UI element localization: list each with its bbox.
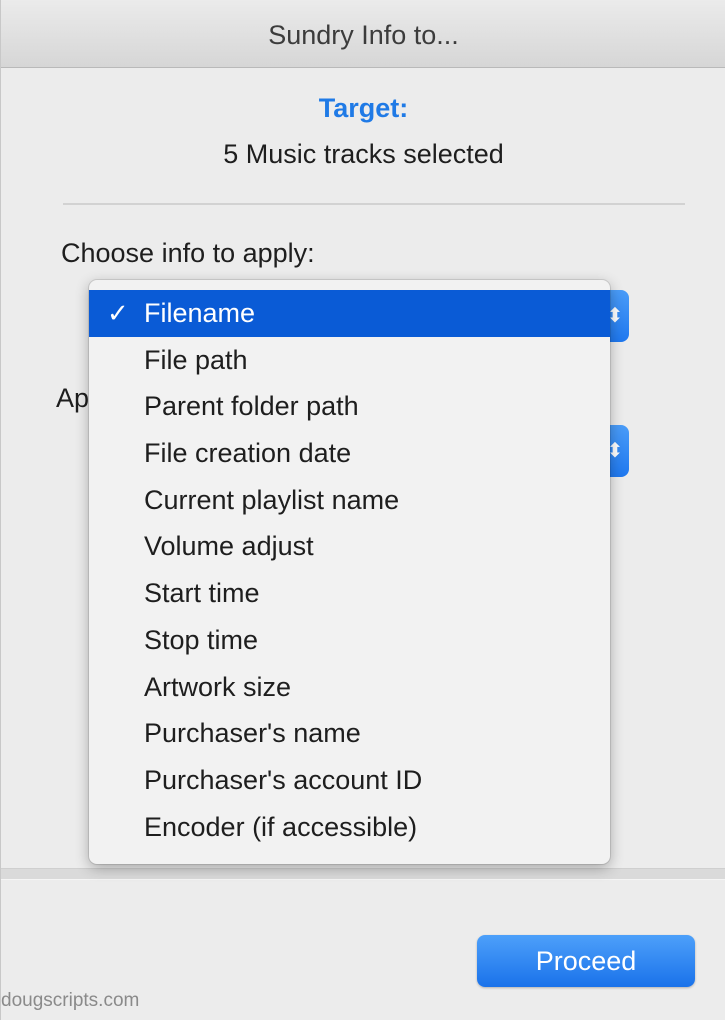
bottom-separator xyxy=(1,868,725,880)
menu-item-encoder[interactable]: Encoder (if accessible) xyxy=(89,804,610,851)
info-dropdown-menu: ✓ Filename File path Parent folder path … xyxy=(89,280,610,864)
menu-item-file-path[interactable]: File path xyxy=(89,337,610,384)
dialog-window: Sundry Info to... Target: 5 Music tracks… xyxy=(0,0,725,1020)
menu-item-label: Purchaser's account ID xyxy=(144,764,423,795)
menu-item-stop-time[interactable]: Stop time xyxy=(89,617,610,664)
checkmark-icon: ✓ xyxy=(107,298,129,328)
menu-item-label: Current playlist name xyxy=(144,484,400,515)
divider xyxy=(63,203,685,205)
menu-item-label: Stop time xyxy=(144,624,259,655)
target-label: Target: xyxy=(318,93,409,123)
menu-item-label: Artwork size xyxy=(144,671,292,702)
menu-item-volume-adjust[interactable]: Volume adjust xyxy=(89,523,610,570)
menu-item-label: Start time xyxy=(144,578,260,609)
menu-item-artwork-size[interactable]: Artwork size xyxy=(89,664,610,711)
menu-item-label: File creation date xyxy=(144,438,352,469)
window-title: Sundry Info to... xyxy=(268,20,459,50)
credit-text: dougscripts.com xyxy=(1,990,140,1011)
menu-item-label: Encoder (if accessible) xyxy=(144,811,418,842)
proceed-button[interactable]: Proceed xyxy=(477,935,695,987)
apply-label: Ap xyxy=(56,383,90,413)
choose-info-label: Choose info to apply: xyxy=(61,238,315,268)
menu-item-purchasers-account-id[interactable]: Purchaser's account ID xyxy=(89,757,610,804)
menu-item-file-creation-date[interactable]: File creation date xyxy=(89,430,610,477)
menu-item-label: Purchaser's name xyxy=(144,718,361,749)
menu-item-label: Filename xyxy=(144,298,256,328)
menu-item-start-time[interactable]: Start time xyxy=(89,570,610,617)
menu-item-purchasers-name[interactable]: Purchaser's name xyxy=(89,710,610,757)
menu-item-label: Parent folder path xyxy=(144,391,359,422)
menu-item-label: Volume adjust xyxy=(144,531,314,562)
menu-item-parent-folder-path[interactable]: Parent folder path xyxy=(89,383,610,430)
title-bar[interactable]: Sundry Info to... xyxy=(1,0,725,68)
menu-item-current-playlist-name[interactable]: Current playlist name xyxy=(89,477,610,524)
menu-item-label: File path xyxy=(144,344,248,375)
target-value: 5 Music tracks selected xyxy=(223,139,504,169)
menu-item-filename[interactable]: ✓ Filename xyxy=(89,290,610,337)
